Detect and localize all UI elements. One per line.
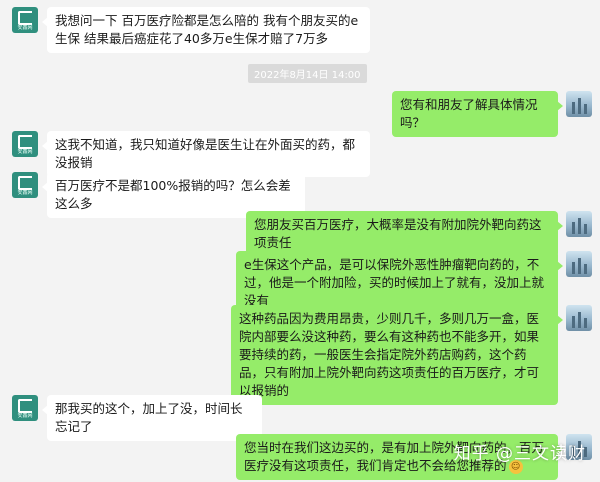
skyline-icon	[566, 251, 592, 277]
message-timestamp: 2022年8月14日 14:00	[248, 64, 367, 83]
avatar-label: 安鑫网	[17, 190, 33, 196]
watermark: 知乎 @三文读财	[453, 444, 586, 464]
skyline-icon	[566, 91, 592, 117]
user-avatar[interactable]	[566, 211, 592, 237]
user-avatar[interactable]	[566, 251, 592, 277]
skyline-icon	[566, 305, 592, 331]
contact-avatar[interactable]: 安鑫网	[12, 131, 38, 157]
avatar-label: 安鑫网	[17, 149, 33, 155]
skyline-icon	[566, 211, 592, 237]
contact-avatar[interactable]: 安鑫网	[12, 7, 38, 33]
contact-avatar[interactable]: 安鑫网	[12, 172, 38, 198]
brand-logo-icon	[18, 176, 32, 190]
avatar-label: 安鑫网	[17, 25, 33, 31]
user-avatar[interactable]	[566, 91, 592, 117]
brand-logo-icon	[18, 399, 32, 413]
user-avatar[interactable]	[566, 305, 592, 331]
message-bubble-outgoing[interactable]: 您有和朋友了解具体情况吗？	[392, 91, 563, 137]
message-bubble-outgoing[interactable]: 这种药品因为费用昂贵，少则几千，多则几万一盒，医院内部要么没这种药，要么有这种药…	[231, 305, 563, 405]
message-bubble-incoming[interactable]: 那我买的这个，加上了没，时间长忘记了	[42, 395, 262, 441]
brand-logo-icon	[18, 11, 32, 25]
brand-logo-icon	[18, 135, 32, 149]
contact-avatar[interactable]: 安鑫网	[12, 395, 38, 421]
message-bubble-incoming[interactable]: 这我不知道，我只知道好像是医生让在外面买的药，都没报销	[42, 131, 370, 177]
message-bubble-incoming[interactable]: 我想问一下 百万医疗险都是怎么陪的 我有个朋友买的e生保 结果最后癌症花了40多…	[42, 7, 370, 53]
avatar-label: 安鑫网	[17, 413, 33, 419]
